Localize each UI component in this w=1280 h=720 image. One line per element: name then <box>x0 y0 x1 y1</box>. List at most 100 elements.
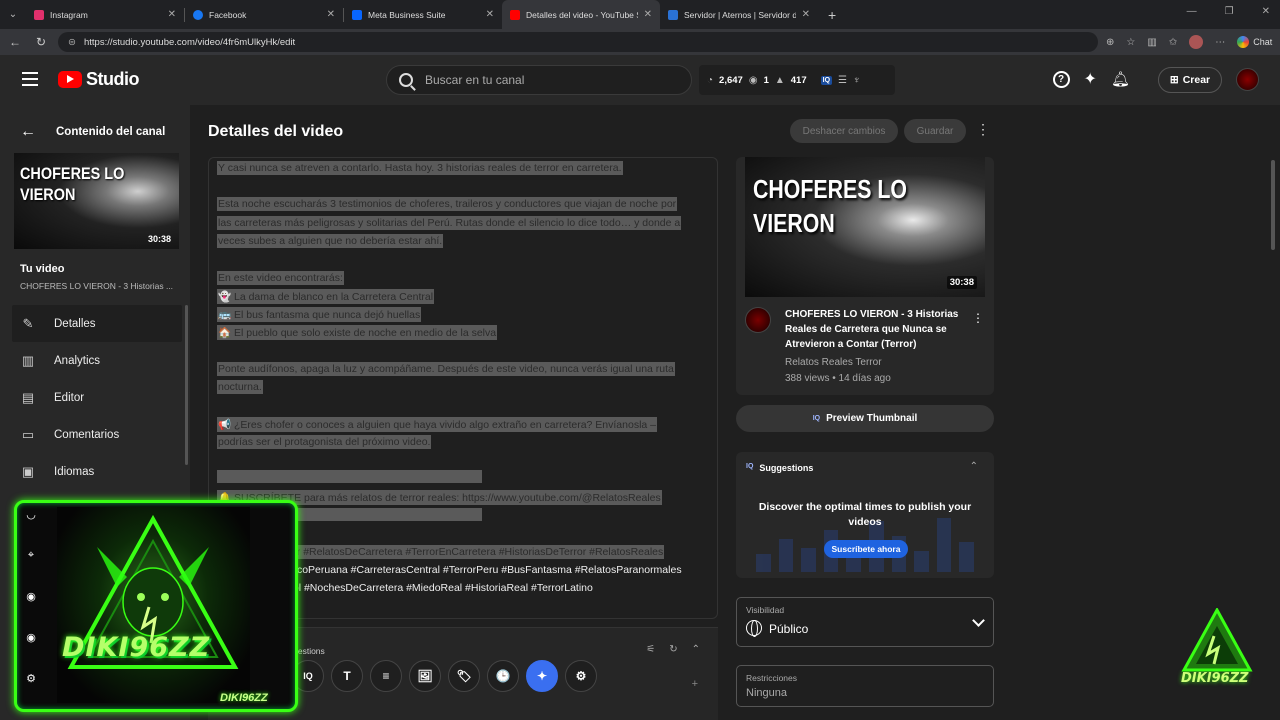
header-icons: ? ✦ 🔔︎ <box>1052 69 1130 89</box>
studio-logo[interactable]: Studio <box>58 69 140 90</box>
arrow-left-icon: ← <box>20 123 36 140</box>
close-icon[interactable]: ✕ <box>327 9 335 20</box>
more-options-icon[interactable]: ⋮ <box>976 121 990 138</box>
chat-label: Chat <box>1253 37 1273 47</box>
reload-icon[interactable]: ↻ <box>32 35 50 49</box>
visibility-select[interactable]: Visibilidad Público <box>736 597 994 647</box>
description-line: 👻 La dama de blanco en la Carretera Cent… <box>217 289 435 304</box>
save-button[interactable]: Guardar <box>904 119 966 143</box>
schedule-button[interactable]: 🕒 <box>487 660 519 692</box>
settings-button[interactable]: ⚙ <box>565 660 597 692</box>
video-thumbnail[interactable]: CHOFERES LO VIERON 30:38 <box>14 153 179 249</box>
stat-views: 1 <box>763 74 769 86</box>
sidebar-item-idiomas[interactable]: ▣ Idiomas <box>12 453 182 490</box>
subscribe-cta-button[interactable]: Suscríbete ahora <box>824 540 908 558</box>
description-line: 📢 ¿Eres chofer o conoces a alguien que h… <box>217 417 658 432</box>
page-scrollbar[interactable] <box>1271 160 1275 250</box>
description-line: Y casi nunca se atreven a contarlo. Hast… <box>217 161 623 175</box>
create-icon: ⊞ <box>1169 74 1179 86</box>
streamer-logo-image <box>57 507 250 703</box>
close-icon[interactable]: ✕ <box>802 9 810 20</box>
preview-thumbnail[interactable]: CHOFERES LO VIERON 30:38 <box>745 157 985 297</box>
new-tab-icon[interactable]: + <box>828 7 836 23</box>
restrictions-value: Ninguna <box>746 687 787 699</box>
tab-instagram[interactable]: Instagram ✕ <box>26 0 184 29</box>
dot-icon: ◉ <box>26 591 36 603</box>
thumb-title: CHOFERES LO VIERON <box>753 174 907 238</box>
clock-icon: ◔ <box>707 74 714 86</box>
sidebar-item-comentarios[interactable]: ▭ Comentarios <box>12 416 182 453</box>
description-button[interactable]: ≡ <box>370 660 402 692</box>
url-field[interactable]: ⊜ https://studio.youtube.com/video/4fr6m… <box>58 32 1098 52</box>
site-info-icon[interactable]: ⊜ <box>68 37 76 48</box>
tab-meta-business[interactable]: Meta Business Suite ✕ <box>344 0 502 29</box>
tab-aternos[interactable]: Servidor | Aternos | Servidor de M ✕ <box>660 0 818 29</box>
editor-toolbar: IQ T ≡ 🖼 🏷 🕒 ✦ ⚙ <box>292 654 597 698</box>
sparkle-icon[interactable]: ✦ <box>1084 69 1097 89</box>
ai-button[interactable]: ✦ <box>526 660 558 692</box>
gear-icon: ⚙ <box>575 669 587 683</box>
back-to-content-button[interactable]: ← Contenido del canal <box>20 123 165 141</box>
tags-button[interactable]: 🏷 <box>448 660 480 692</box>
description-line: podrías ser el protagonista del próximo … <box>217 435 432 449</box>
description-line: 🏠 El pueblo que solo existe de noche en … <box>217 325 498 340</box>
visibility-value: Público <box>769 622 809 636</box>
list-icon[interactable]: ☰ <box>838 75 847 86</box>
close-icon[interactable]: ✕ <box>644 9 652 20</box>
tab-youtube-studio[interactable]: Detalles del video - YouTube Studi ✕ <box>502 0 660 29</box>
tab-facebook[interactable]: Facebook ✕ <box>185 0 343 29</box>
sidebar-scrollbar[interactable] <box>185 305 188 465</box>
back-label: Contenido del canal <box>56 126 166 138</box>
split-icon[interactable]: ▥ <box>1147 37 1156 48</box>
logo-text: Studio <box>86 69 140 89</box>
tab-label: Servidor | Aternos | Servidor de M <box>684 9 796 20</box>
chevron-up-icon[interactable]: ⌃ <box>692 644 700 655</box>
tab-search-icon[interactable]: ⌄ <box>0 0 26 29</box>
restrictions-field[interactable]: Restricciones Ninguna <box>736 665 994 707</box>
tab-label: Facebook <box>209 9 247 20</box>
search-input[interactable]: Buscar en tu canal <box>386 65 692 95</box>
back-icon[interactable]: ← <box>6 35 24 49</box>
vidiq-icon: IQ <box>746 463 754 470</box>
more-icon[interactable]: ⋯ <box>1215 37 1225 48</box>
close-icon[interactable]: ✕ <box>168 9 176 20</box>
help-icon[interactable]: ? <box>1052 70 1070 88</box>
avatar[interactable] <box>1236 68 1259 91</box>
sidebar-item-editor[interactable]: ▤ Editor <box>12 379 182 416</box>
youtube-icon <box>510 9 520 20</box>
your-video-label: Tu video <box>20 263 65 275</box>
close-window-icon[interactable]: ✕ <box>1262 6 1270 17</box>
profile-avatar[interactable] <box>1189 35 1204 49</box>
thumbnail-button[interactable]: 🖼 <box>409 660 441 692</box>
notifications-icon[interactable]: 🔔︎ <box>1111 70 1130 88</box>
trophy-icon[interactable]: ♆ <box>853 75 861 86</box>
sidebar-item-analytics[interactable]: ▥ Analytics <box>12 342 182 379</box>
filter-icon[interactable]: ⚟ <box>646 644 655 655</box>
refresh-icon[interactable]: ↻ <box>669 644 677 655</box>
lines-icon: ≡ <box>382 669 390 683</box>
editor-icon: ▤ <box>21 389 35 405</box>
tab-label: Instagram <box>50 9 88 20</box>
undo-button[interactable]: Deshacer cambios <box>790 119 898 143</box>
chat-button[interactable]: Chat <box>1237 36 1272 48</box>
minimize-icon[interactable]: — <box>1187 6 1197 17</box>
close-icon[interactable]: ✕ <box>486 9 494 20</box>
menu-icon[interactable] <box>22 72 38 86</box>
add-icon[interactable]: + <box>692 678 698 690</box>
preview-thumbnail-button[interactable]: IQ Preview Thumbnail <box>736 405 994 432</box>
channel-stats[interactable]: ◔ 2,647 ◉ 1 ▲ 417 IQ ☰ ♆ <box>699 65 895 95</box>
star-icon[interactable]: ☆ <box>1126 37 1135 48</box>
create-button[interactable]: ⊞ Crear <box>1158 67 1222 93</box>
favorites-icon[interactable]: ✩ <box>1169 37 1177 48</box>
chevron-up-icon[interactable]: ⌃ <box>970 461 978 472</box>
description-line: veces subes a alguien que no debería est… <box>217 234 444 248</box>
zoom-icon[interactable]: ⊕ <box>1106 37 1114 48</box>
vidiq-icon[interactable]: IQ <box>820 75 833 85</box>
restore-icon[interactable]: ❐ <box>1225 6 1234 17</box>
description-line: En este video encontrarás: <box>217 271 344 285</box>
title-button[interactable]: T <box>331 660 363 692</box>
main-content: Detalles del video Deshacer cambios Guar… <box>190 105 1280 720</box>
copilot-icon <box>1237 36 1250 48</box>
sidebar-item-detalles[interactable]: ✎ Detalles <box>12 305 182 342</box>
more-options-icon[interactable]: ⋮ <box>972 311 984 325</box>
